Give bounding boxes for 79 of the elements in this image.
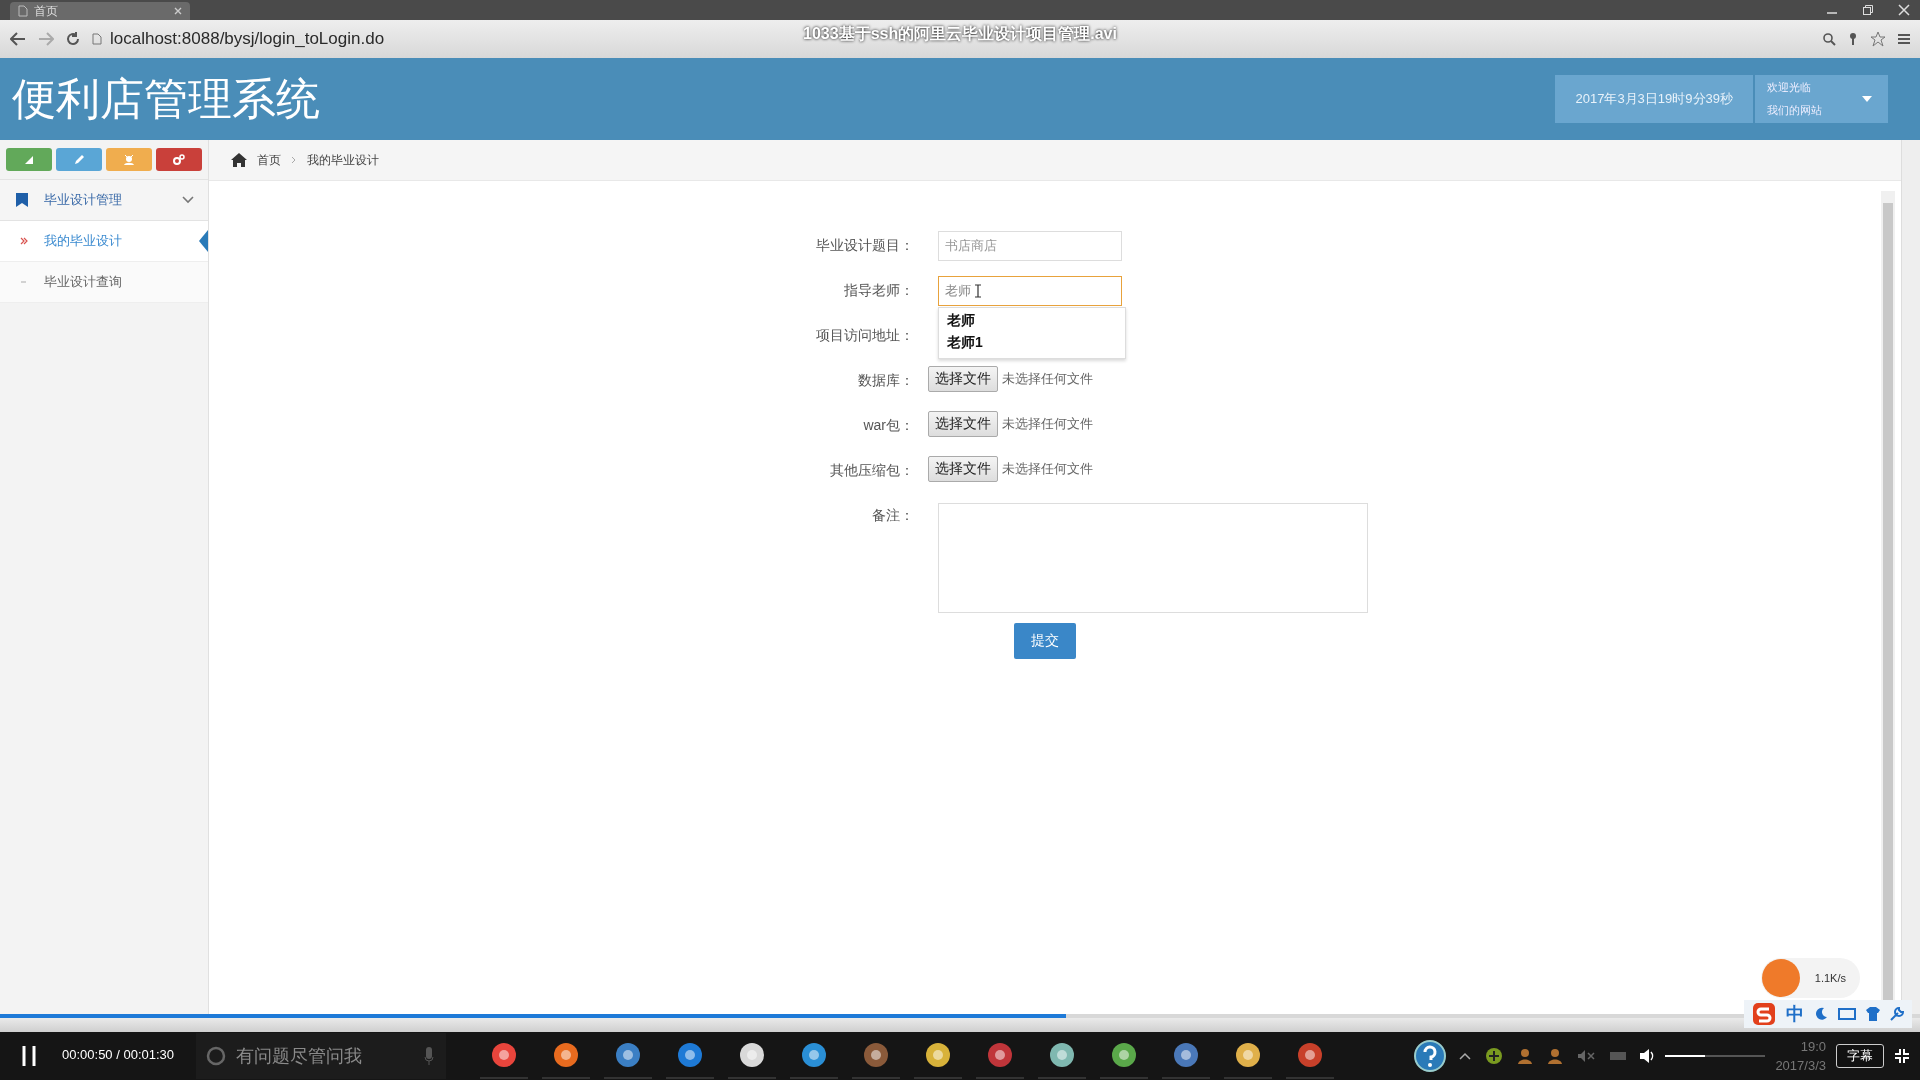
site-title: 便利店管理系统	[12, 72, 320, 125]
page-icon	[18, 5, 28, 17]
menu-label: 毕业设计管理	[44, 191, 122, 209]
zoom-icon[interactable]	[1822, 32, 1836, 46]
field-label: 备注：	[871, 506, 914, 525]
field-label: 毕业设计题目：	[815, 236, 914, 255]
volume-icon[interactable]	[1639, 1048, 1656, 1064]
menu-item[interactable]: 我的毕业设计	[0, 221, 208, 262]
field-label: 项目访问地址：	[815, 326, 914, 345]
welcome-text: 欢迎光临	[1767, 80, 1812, 95]
user-icon[interactable]	[1517, 1048, 1534, 1064]
reload-icon[interactable]	[66, 32, 80, 46]
gears-icon	[172, 152, 186, 167]
chevron-right-icon	[291, 156, 297, 164]
playback-time: 00:00:50 / 00:01:30	[62, 1047, 175, 1062]
wrench-icon[interactable]	[1890, 1007, 1904, 1021]
file-status: 未选择任何文件	[1002, 370, 1093, 388]
close-icon[interactable]	[174, 7, 182, 15]
welcome-text: 我们的网站	[1767, 103, 1822, 118]
chevron-down-icon	[182, 196, 194, 204]
home-icon[interactable]	[231, 153, 247, 167]
network-speed: 1.1K/s	[1814, 972, 1846, 984]
shirt-icon[interactable]	[1866, 1007, 1880, 1021]
input-field[interactable]: 书店商店	[938, 231, 1122, 261]
user-icon[interactable]	[1547, 1048, 1564, 1064]
browser-tab[interactable]: 首页	[10, 2, 190, 20]
field-label: 指导老师：	[843, 281, 914, 300]
menu-item[interactable]: 毕业设计查询	[0, 262, 208, 303]
breadcrumb-link[interactable]: 首页	[257, 151, 281, 169]
subtitle-button[interactable]: 字幕	[1836, 1044, 1884, 1068]
caret-icon	[1862, 96, 1872, 102]
date-time: 2017年3月3日19时9分39秒	[1555, 75, 1753, 123]
page-icon	[92, 33, 102, 45]
notes-field[interactable]	[938, 503, 1368, 613]
choose-file-button[interactable]: 选择文件	[928, 366, 998, 392]
help-icon[interactable]	[1413, 1039, 1448, 1073]
restore-icon[interactable]	[1862, 4, 1874, 16]
mute-icon[interactable]	[1577, 1049, 1596, 1063]
suggestion-item[interactable]: 老师	[939, 310, 1125, 332]
url-text[interactable]: localhost:8088/bysj/login_toLogin.do	[110, 29, 385, 49]
text-cursor-icon	[975, 284, 981, 298]
pencil-icon	[72, 152, 86, 167]
search-field[interactable]: 有问题尽管问我	[196, 1033, 446, 1079]
close-icon[interactable]	[1898, 4, 1910, 16]
active-pointer-icon	[199, 230, 208, 252]
bookmark-icon	[16, 193, 28, 207]
double-chevron-icon	[20, 237, 28, 245]
exit-fullscreen-icon[interactable]	[1894, 1048, 1910, 1064]
submit-button[interactable]: 提交	[1014, 623, 1076, 659]
keyboard-icon[interactable]	[1838, 1008, 1856, 1020]
field-label: 数据库：	[857, 371, 914, 390]
field-label: war包：	[862, 416, 914, 435]
file-status: 未选择任何文件	[1002, 415, 1093, 433]
users-icon	[122, 152, 136, 167]
breadcrumb-link[interactable]: 我的毕业设计	[307, 151, 379, 169]
chevron-up-icon[interactable]	[1459, 1052, 1472, 1060]
input-field[interactable]: 老师	[938, 276, 1122, 306]
suggestion-item[interactable]: 老师1	[939, 332, 1125, 354]
file-status: 未选择任何文件	[1002, 460, 1093, 478]
plus-circle-icon[interactable]	[1485, 1047, 1504, 1065]
s-logo-icon[interactable]	[1752, 1002, 1776, 1026]
shortcut-button[interactable]	[6, 148, 52, 171]
clock-date: 2017/3/3	[1775, 1058, 1826, 1073]
video-title: 1033基于ssh的阿里云毕业设计项目管理.avi	[803, 24, 1117, 44]
scrollbar[interactable]	[1901, 140, 1920, 1014]
back-icon[interactable]	[10, 32, 26, 46]
dash-icon	[20, 278, 28, 286]
ime-mode[interactable]: 中	[1786, 1002, 1804, 1026]
cortana-icon	[206, 1046, 226, 1066]
shortcut-button[interactable]	[156, 148, 202, 171]
field-label: 其他压缩包：	[829, 461, 914, 480]
menu-icon[interactable]	[1898, 33, 1910, 45]
choose-file-button[interactable]: 选择文件	[928, 456, 998, 482]
clock-time: 19:0	[1800, 1039, 1826, 1054]
moon-icon[interactable]	[1814, 1007, 1828, 1021]
choose-file-button[interactable]: 选择文件	[928, 411, 998, 437]
microphone-icon	[424, 1047, 434, 1065]
pause-icon[interactable]	[22, 1046, 36, 1066]
star-icon[interactable]	[1870, 31, 1886, 47]
